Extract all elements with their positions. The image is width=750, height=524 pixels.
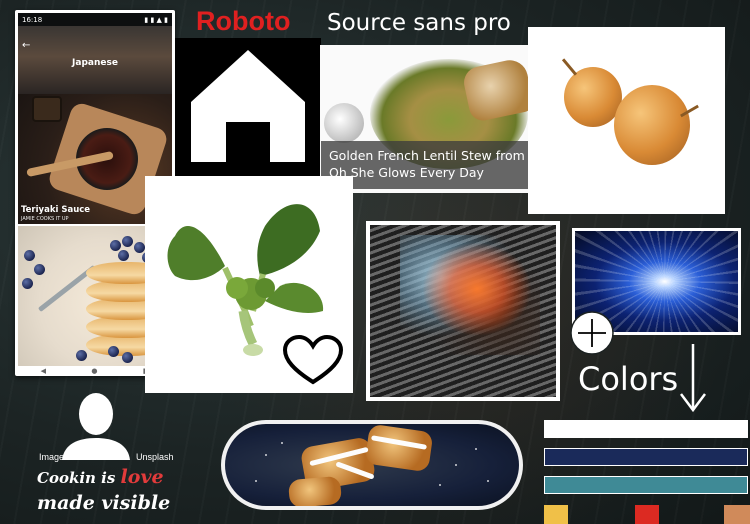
tagline-line-2: made visible [37,492,171,514]
heart-icon[interactable] [282,334,344,388]
home-icon [191,50,305,162]
blueberry [24,250,35,261]
sugar-speck [455,464,457,466]
onion-large [614,85,690,165]
blueberry [108,346,119,357]
food-photo-pill [221,420,523,510]
recipe-author: JAMIE COOKS IT UP [21,216,69,222]
sugar-speck [265,454,267,456]
blueberry [34,264,45,275]
color-swatch-navy[interactable] [544,448,748,466]
phone-header-title: Japanese [72,58,118,68]
pastry-piece [287,475,343,506]
arrow-down-icon [680,344,706,413]
grill-flames [400,235,540,355]
user-avatar-icon [62,393,130,460]
home-icon-panel [175,38,321,176]
dessert-image [225,424,519,506]
plus-icon[interactable] [569,310,615,356]
blueberry [76,350,87,361]
sugar-speck [487,480,489,482]
tagline-line-1: Cookin is love [37,466,164,488]
blueberry [134,242,145,253]
phone-status-bar: 16:18 ▮ ▮ ▲ ▮ [18,13,172,26]
spoon-image [324,103,364,143]
broccoli-photo-card [145,176,353,393]
recipe-title: Teriyaki Sauce [21,205,91,215]
blueberry [110,240,121,251]
tagline-accent: love [120,466,164,488]
nav-home-icon[interactable]: ● [91,367,97,375]
font-sample-roboto: Roboto [196,6,291,36]
blueberry [122,352,133,363]
phone-header: ← Japanese [18,26,172,94]
stew-caption: Golden French Lentil Stew from Oh She Gl… [321,141,543,189]
blueberry [118,250,129,261]
color-swatch-white[interactable] [544,420,748,438]
nav-back-icon[interactable]: ◀ [41,367,46,375]
color-swatch-peach[interactable] [724,505,750,524]
sugar-speck [439,484,441,486]
back-arrow-icon[interactable]: ← [22,40,30,51]
image-credit-label: Image [39,452,65,462]
grill-photo-card [366,221,560,401]
unsplash-credit-label: Unsplash [136,452,174,462]
stew-photo-card: Golden French Lentil Stew from Oh She Gl… [320,45,544,193]
sugar-speck [255,480,257,482]
grill-image [370,225,556,397]
blueberry [122,236,133,247]
sugar-speck [475,448,477,450]
status-time: 16:18 [22,15,43,24]
onion-stem [561,58,578,76]
font-sample-source-sans: Source sans pro [327,10,511,36]
onion-small [564,67,622,127]
status-icons: ▮ ▮ ▲ ▮ [144,15,168,24]
jar-image [32,96,62,122]
onion-photo-card [528,27,725,214]
sugar-speck [281,442,283,444]
blueberry [22,278,33,289]
color-swatch-teal[interactable] [544,476,748,494]
tagline-text: Cookin is [37,469,121,487]
colors-heading: Colors [578,360,679,398]
color-swatch-red[interactable] [635,505,659,524]
color-swatch-yellow[interactable] [544,505,568,524]
